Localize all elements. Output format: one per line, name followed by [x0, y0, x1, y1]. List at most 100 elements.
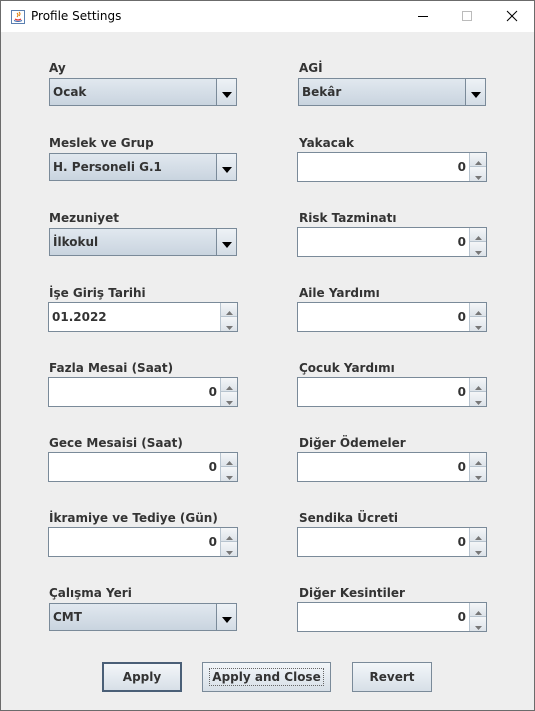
risk-decrement-button[interactable] — [470, 242, 486, 256]
minimize-icon — [417, 7, 429, 26]
spinner-buttons — [469, 453, 486, 481]
close-button[interactable] — [490, 1, 534, 32]
gece-mesai-label: Gece Mesaisi (Saat) — [49, 436, 183, 450]
revert-button[interactable]: Revert — [352, 662, 432, 692]
ay-combo[interactable]: Ocak — [49, 78, 237, 106]
ay-dropdown-button[interactable] — [216, 79, 236, 105]
chevron-down-icon — [470, 83, 481, 102]
risk-spinner[interactable]: 0 — [297, 227, 487, 257]
fazla-mesai-spinner[interactable]: 0 — [48, 377, 238, 407]
diger-kesintiler-decrement-button[interactable] — [470, 617, 486, 631]
yakacak-value: 0 — [457, 160, 466, 174]
gece-mesai-spinner[interactable]: 0 — [48, 452, 238, 482]
spinner-buttons — [469, 603, 486, 631]
ikramiye-label: İkramiye ve Tediye (Gün) — [49, 511, 218, 525]
chevron-down-icon — [221, 158, 232, 177]
spinner-buttons — [469, 153, 486, 181]
caret-down-icon — [474, 240, 482, 259]
diger-odemeler-spinner[interactable]: 0 — [297, 452, 487, 482]
ise-giris-spinner[interactable]: 01.2022 — [48, 302, 238, 332]
agi-combo[interactable]: Bekâr — [298, 78, 486, 106]
mezuniyet-label: Mezuniyet — [49, 211, 119, 225]
diger-kesintiler-value: 0 — [457, 610, 466, 624]
ikramiye-value: 0 — [208, 535, 217, 549]
fazla-mesai-decrement-button[interactable] — [221, 392, 237, 406]
yakacak-label: Yakacak — [299, 136, 354, 150]
ay-label: Ay — [49, 61, 66, 75]
ikramiye-spinner[interactable]: 0 — [48, 527, 238, 557]
gece-mesai-value: 0 — [208, 460, 217, 474]
calisma-yeri-label: Çalışma Yeri — [49, 586, 132, 600]
caret-down-icon — [225, 465, 233, 484]
aile-spinner[interactable]: 0 — [297, 302, 487, 332]
profile-settings-window: Profile Settings Ay Ocak AGİ Bekâr Mesle… — [0, 0, 535, 711]
diger-kesintiler-spinner[interactable]: 0 — [297, 602, 487, 632]
agi-value: Bekâr — [302, 85, 342, 99]
calisma-yeri-combo[interactable]: CMT — [49, 603, 237, 631]
sendika-value: 0 — [457, 535, 466, 549]
caret-down-icon — [474, 465, 482, 484]
meslek-combo[interactable]: H. Personeli G.1 — [49, 153, 237, 181]
spinner-buttons — [469, 378, 486, 406]
cocuk-decrement-button[interactable] — [470, 392, 486, 406]
aile-value: 0 — [457, 310, 466, 324]
close-icon — [506, 7, 518, 26]
caret-down-icon — [474, 165, 482, 184]
spinner-buttons — [469, 228, 486, 256]
spinner-buttons — [220, 528, 237, 556]
cocuk-value: 0 — [457, 385, 466, 399]
diger-odemeler-label: Diğer Ödemeler — [299, 436, 406, 450]
caret-down-icon — [225, 390, 233, 409]
chevron-down-icon — [221, 83, 232, 102]
gece-mesai-decrement-button[interactable] — [221, 467, 237, 481]
title-bar: Profile Settings — [1, 1, 534, 32]
caret-down-icon — [474, 615, 482, 634]
cocuk-label: Çocuk Yardımı — [299, 361, 395, 375]
aile-decrement-button[interactable] — [470, 317, 486, 331]
java-app-icon — [11, 9, 25, 24]
spinner-buttons — [469, 303, 486, 331]
minimize-button[interactable] — [401, 1, 445, 32]
agi-dropdown-button[interactable] — [465, 79, 485, 105]
spinner-buttons — [469, 528, 486, 556]
apply-button[interactable]: Apply — [102, 662, 182, 692]
agi-label: AGİ — [299, 61, 323, 75]
apply-and-close-button[interactable]: Apply and Close — [202, 662, 331, 692]
caret-down-icon — [225, 540, 233, 559]
cocuk-spinner[interactable]: 0 — [297, 377, 487, 407]
sendika-decrement-button[interactable] — [470, 542, 486, 556]
sendika-label: Sendika Ücreti — [299, 511, 399, 525]
calisma-yeri-value: CMT — [53, 610, 82, 624]
spinner-buttons — [220, 378, 237, 406]
risk-label: Risk Tazminatı — [299, 211, 397, 225]
maximize-button[interactable] — [445, 1, 489, 32]
ise-giris-value: 01.2022 — [52, 310, 107, 324]
meslek-value: H. Personeli G.1 — [53, 160, 162, 174]
spinner-buttons — [220, 303, 237, 331]
fazla-mesai-value: 0 — [208, 385, 217, 399]
caret-down-icon — [474, 390, 482, 409]
meslek-dropdown-button[interactable] — [216, 154, 236, 180]
apply-and-close-button-label: Apply and Close — [209, 668, 324, 686]
caret-down-icon — [474, 315, 482, 334]
ikramiye-decrement-button[interactable] — [221, 542, 237, 556]
yakacak-spinner[interactable]: 0 — [297, 152, 487, 182]
mezuniyet-combo[interactable]: İlkokul — [49, 228, 237, 256]
diger-odemeler-decrement-button[interactable] — [470, 467, 486, 481]
diger-kesintiler-label: Diğer Kesintiler — [299, 586, 405, 600]
revert-button-label: Revert — [369, 670, 415, 684]
spinner-buttons — [220, 453, 237, 481]
settings-form: Ay Ocak AGİ Bekâr Meslek ve Grup H. Pers… — [1, 32, 534, 710]
yakacak-decrement-button[interactable] — [470, 167, 486, 181]
ay-value: Ocak — [53, 85, 87, 99]
calisma-yeri-dropdown-button[interactable] — [216, 604, 236, 630]
ise-giris-label: İşe Giriş Tarihi — [49, 286, 146, 300]
sendika-spinner[interactable]: 0 — [297, 527, 487, 557]
mezuniyet-dropdown-button[interactable] — [216, 229, 236, 255]
aile-label: Aile Yardımı — [299, 286, 380, 300]
window-title: Profile Settings — [31, 9, 122, 23]
ise-giris-decrement-button[interactable] — [221, 317, 237, 331]
mezuniyet-value: İlkokul — [53, 235, 99, 249]
chevron-down-icon — [221, 233, 232, 252]
caret-down-icon — [225, 315, 233, 334]
